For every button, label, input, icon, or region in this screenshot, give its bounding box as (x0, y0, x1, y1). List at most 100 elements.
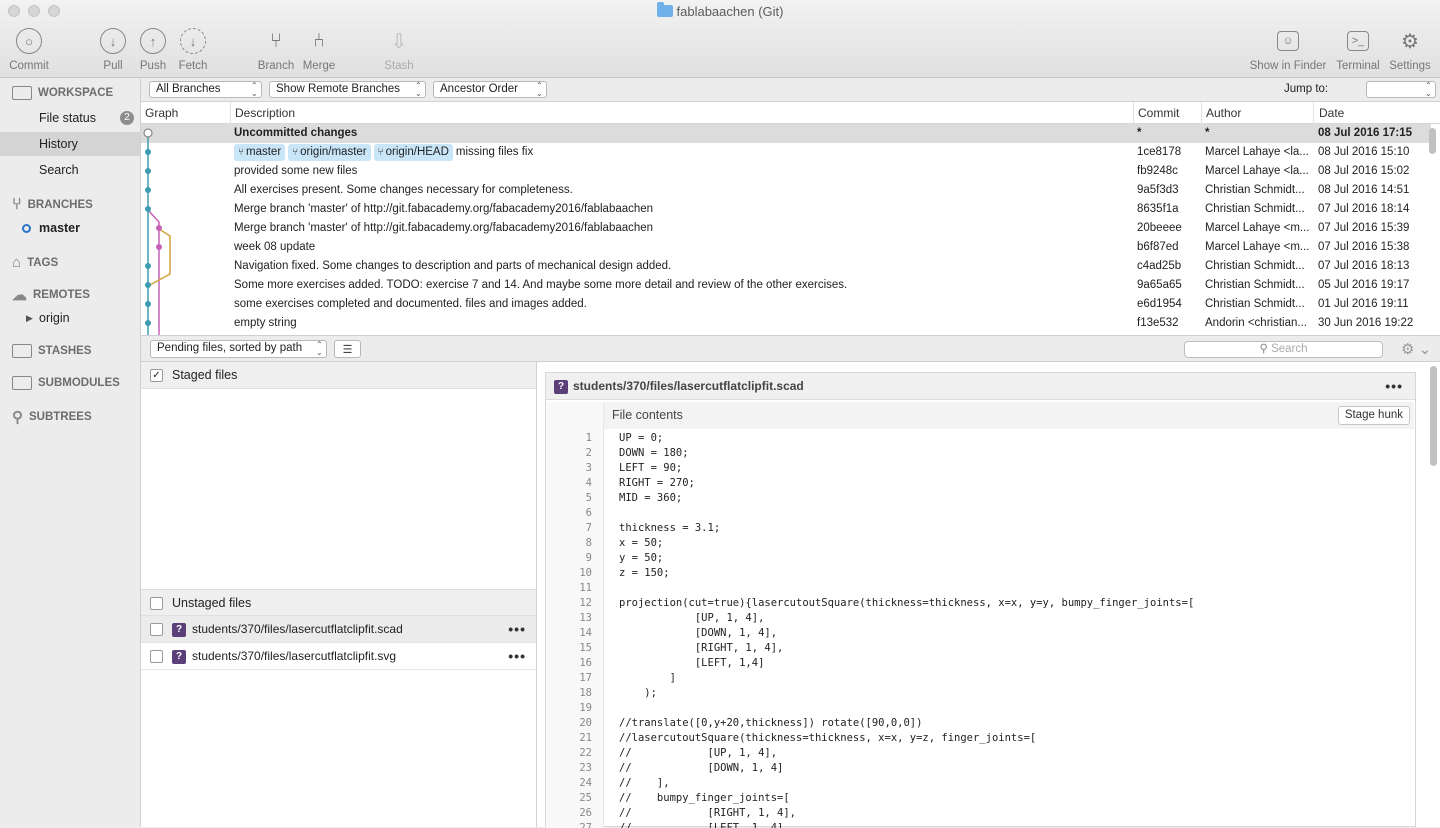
code-text: ] (619, 672, 676, 684)
table-row[interactable]: some exercises completed and documented.… (141, 295, 1431, 314)
graph-node[interactable] (156, 244, 162, 250)
file-checkbox[interactable] (150, 650, 163, 663)
table-row[interactable]: Merge branch 'master' of http://git.faba… (141, 200, 1431, 219)
remote-branches-select[interactable]: Show Remote Branches (269, 81, 426, 98)
branch-tag-origin-master[interactable]: origin/master (288, 144, 371, 161)
code-text: z = 150; (619, 567, 670, 579)
branch-icon: ⑂ (270, 29, 282, 52)
commit-button[interactable]: ○ Commit (8, 28, 50, 72)
untracked-file-icon: ? (172, 623, 186, 637)
graph-node[interactable] (145, 301, 151, 307)
untracked-file-icon: ? (172, 650, 186, 664)
window-title: fablabaachen (Git) (0, 2, 1440, 19)
gear-icon: ⚙ (1401, 30, 1419, 53)
search-input[interactable]: ⚲ Search (1184, 341, 1383, 358)
table-row[interactable]: week 08 update b6f87ed Marcel Lahaye <m.… (141, 238, 1431, 257)
sidebar-item-search[interactable]: Search (0, 158, 140, 182)
sidebar: WORKSPACE File status 2 History Search ⑂ B… (0, 78, 141, 827)
table-row[interactable]: All exercises present. Some changes nece… (141, 181, 1431, 200)
unstaged-files-checkbox[interactable] (150, 597, 163, 610)
line-number: 3 (585, 462, 592, 474)
graph-node[interactable] (145, 206, 151, 212)
gear-icon[interactable]: ⚙ ⌄ (1401, 340, 1431, 358)
more-options-icon[interactable]: ••• (1385, 373, 1403, 400)
graph-node[interactable] (156, 225, 162, 231)
sidebar-item-file-status[interactable]: File status 2 (0, 106, 140, 130)
table-row[interactable]: Navigation fixed. Some changes to descri… (141, 257, 1431, 276)
stash-icon (12, 344, 32, 358)
hunk-header: File contents Stage hunk (604, 402, 1414, 429)
fetch-button[interactable]: ↓ Fetch (176, 28, 210, 72)
graph-node[interactable] (145, 149, 151, 155)
merge-button[interactable]: ⑃ Merge (301, 28, 337, 73)
table-row[interactable]: empty string f13e532 Andorin <christian.… (141, 314, 1431, 333)
sidebar-section-branches[interactable]: ⑂ BRANCHES (12, 196, 93, 214)
branch-button[interactable]: ⑂ Branch (256, 28, 296, 73)
settings-button[interactable]: ⚙ Settings (1387, 28, 1433, 73)
graph-node[interactable] (145, 320, 151, 326)
finder-icon: ☺ (1277, 31, 1299, 51)
graph-node[interactable] (145, 168, 151, 174)
stash-button[interactable]: ⇩ Stash (383, 28, 415, 73)
line-number: 26 (579, 807, 592, 819)
sidebar-item-history[interactable]: History (0, 132, 140, 156)
disclosure-triangle-icon[interactable]: ▶ (26, 306, 33, 330)
stash-icon: ⇩ (390, 30, 408, 53)
table-row[interactable]: masterorigin/masterorigin/HEADmissing fi… (141, 143, 1431, 162)
sidebar-section-tags[interactable]: ⌂ TAGS (12, 254, 58, 271)
table-row[interactable]: Merge branch 'master' of http://git.faba… (141, 219, 1431, 238)
col-description[interactable]: Description (235, 106, 295, 120)
col-commit[interactable]: Commit (1138, 106, 1179, 120)
show-in-finder-button[interactable]: ☺ Show in Finder (1248, 28, 1328, 72)
commit-list-scrollbar[interactable] (1429, 128, 1436, 154)
sidebar-section-workspace[interactable]: WORKSPACE (12, 86, 113, 100)
col-author[interactable]: Author (1206, 106, 1241, 120)
line-number: 25 (579, 792, 592, 804)
diff-scrollbar[interactable] (1430, 366, 1437, 466)
diff-file-header: ? students/370/files/lasercutflatclipfit… (546, 373, 1415, 400)
graph-node-uncommitted[interactable] (143, 128, 153, 138)
code-text: DOWN = 180; (619, 447, 689, 459)
line-number: 18 (579, 687, 592, 699)
list-item[interactable]: ? students/370/files/lasercutflatclipfit… (141, 616, 536, 643)
more-options-icon[interactable]: ••• (508, 643, 526, 670)
line-number: 19 (579, 702, 592, 714)
pull-button[interactable]: ↓ Pull (98, 28, 128, 72)
sidebar-section-submodules[interactable]: SUBMODULES (12, 376, 120, 390)
sidebar-section-subtrees[interactable]: ⚲ SUBTREES (12, 408, 92, 426)
table-row[interactable]: Some more exercises added. TODO: exercis… (141, 276, 1431, 295)
line-number: 17 (579, 672, 592, 684)
sidebar-item-remote-origin[interactable]: ▶ origin (0, 306, 140, 330)
col-date[interactable]: Date (1319, 106, 1344, 120)
commit-list: Uncommitted changes * * 08 Jul 2016 17:1… (141, 124, 1440, 335)
sidebar-section-remotes[interactable]: ☁ REMOTES (12, 286, 90, 304)
terminal-button[interactable]: >_ Terminal (1334, 28, 1382, 72)
col-graph[interactable]: Graph (145, 106, 178, 120)
push-button[interactable]: ↑ Push (138, 28, 168, 72)
staged-files-checkbox[interactable]: ✓ (150, 369, 163, 382)
list-item[interactable]: ? students/370/files/lasercutflatclipfit… (141, 643, 536, 670)
sidebar-item-branch-master[interactable]: master (0, 216, 140, 240)
branch-tag-origin-head[interactable]: origin/HEAD (373, 144, 453, 161)
line-number: 11 (579, 582, 592, 594)
pending-files-sort-select[interactable]: Pending files, sorted by path (150, 340, 327, 358)
list-view-icon[interactable]: ☰ (334, 340, 361, 358)
graph-node[interactable] (145, 282, 151, 288)
file-checkbox[interactable] (150, 623, 163, 636)
table-row[interactable]: Uncommitted changes * * 08 Jul 2016 17:1… (141, 124, 1431, 143)
code-text: y = 50; (619, 552, 664, 564)
graph-node[interactable] (145, 187, 151, 193)
merge-icon: ⑃ (313, 29, 325, 52)
table-row[interactable]: provided some new files fb9248c Marcel L… (141, 162, 1431, 181)
graph-node[interactable] (145, 263, 151, 269)
branches-filter-select[interactable]: All Branches (149, 81, 262, 98)
stage-hunk-button[interactable]: Stage hunk (1337, 406, 1410, 425)
sidebar-section-stashes[interactable]: STASHES (12, 344, 91, 358)
line-number: 4 (585, 477, 592, 489)
code-view[interactable]: 1 UP = 0; 2 DOWN = 180; 3 LEFT = 90; 4 RIGHT = … (546, 431, 1415, 828)
line-number: 24 (579, 777, 592, 789)
branch-tag-master[interactable]: master (234, 144, 286, 161)
order-select[interactable]: Ancestor Order (433, 81, 547, 98)
jump-to-select[interactable] (1366, 81, 1436, 98)
more-options-icon[interactable]: ••• (508, 616, 526, 643)
